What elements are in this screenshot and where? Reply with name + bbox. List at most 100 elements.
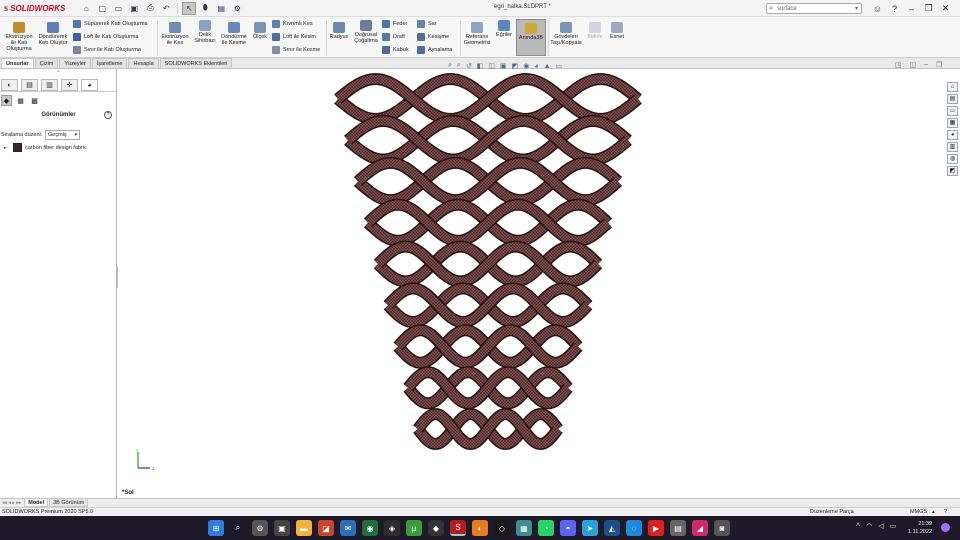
intersect-button[interactable]: Kesişme xyxy=(417,33,449,41)
settings-icon[interactable]: ⚙ xyxy=(252,520,268,536)
office-icon[interactable]: ◪ xyxy=(318,520,334,536)
windows-start-icon[interactable]: ⊞ xyxy=(208,520,224,536)
account-icon[interactable]: ☺ xyxy=(871,2,884,15)
search-box[interactable]: ⌕ surface ▾ xyxy=(766,3,862,14)
swept-cut-button[interactable]: Kıvrımlı Kes xyxy=(272,20,313,28)
section-view-icon[interactable]: ◧ xyxy=(477,62,484,70)
close-icon[interactable]: ✕ xyxy=(939,2,952,15)
lattice-model[interactable] xyxy=(118,69,947,498)
previous-view-icon[interactable]: ↺ xyxy=(466,62,472,70)
select-pointer-icon[interactable]: ↖ xyxy=(182,1,197,15)
restore-view-icon[interactable]: ◳ xyxy=(895,61,902,69)
print-icon[interactable]: ⎙ xyxy=(143,2,157,15)
loft-boss-button[interactable]: Loft ile Katı Oluşturma xyxy=(73,33,138,41)
tab-markup[interactable]: İşaretleme xyxy=(91,58,128,68)
minimize-icon[interactable]: – xyxy=(905,2,918,15)
status-help-icon[interactable]: ? xyxy=(944,508,947,516)
sweep-boss-button[interactable]: Süpürerek Katı Oluşturma xyxy=(73,20,148,28)
solidworks-resources-icon[interactable]: ⌂ xyxy=(947,82,958,92)
camera-icon[interactable]: ◙ xyxy=(714,520,730,536)
boundary-boss-button[interactable]: Sınır ile Katı Oluşturma xyxy=(73,46,141,54)
zoom-area-icon[interactable]: ⌕ xyxy=(457,62,461,70)
search-icon[interactable]: ⌕ xyxy=(230,520,246,536)
hide-show-items-icon[interactable]: ◉ xyxy=(523,62,529,70)
display-style-icon[interactable]: ◩ xyxy=(512,62,519,70)
reference-geometry-button[interactable]: Referans Geometrisi xyxy=(462,22,492,46)
nvidia-icon[interactable]: ◈ xyxy=(384,520,400,536)
minimize-view-icon[interactable]: – xyxy=(924,61,928,69)
zoom-to-fit-icon[interactable]: ⌕ xyxy=(448,62,452,70)
file-explorer-icon[interactable]: ▭ xyxy=(947,106,958,116)
save-icon[interactable]: ▣ xyxy=(127,2,141,15)
display-manager-tab-icon[interactable]: ◕ xyxy=(81,79,98,91)
blender-icon[interactable]: ◐ xyxy=(472,520,488,536)
configuration-manager-tab-icon[interactable]: ▥ xyxy=(41,79,58,91)
open-folder-icon[interactable]: ▭ xyxy=(111,2,125,15)
flex-button[interactable]: Belirle xyxy=(584,22,606,40)
wifi-icon[interactable]: ◠ xyxy=(866,522,872,530)
extrude-boss-button[interactable]: Ekstrüzyon ile Katı Oluşturma xyxy=(3,22,35,52)
dimxpert-tab-icon[interactable]: ✛ xyxy=(61,79,78,91)
design-library-icon[interactable]: ▤ xyxy=(947,94,958,104)
tab-addins[interactable]: SOLIDWORKS Eklentileri xyxy=(159,58,233,68)
tab-surfaces[interactable]: Yüzeyler xyxy=(59,58,91,68)
calculator-icon[interactable]: ▦ xyxy=(516,520,532,536)
instant3d-button[interactable]: Anında3B xyxy=(516,19,546,56)
custom-properties-icon[interactable]: ▥ xyxy=(947,142,958,152)
property-manager-tab-icon[interactable]: ▤ xyxy=(21,79,38,91)
edit-appearance-icon[interactable]: ◕ xyxy=(534,63,538,70)
news-icon[interactable]: ▤ xyxy=(670,520,686,536)
tab-sketch[interactable]: Çizim xyxy=(34,58,59,68)
solidworks-taskbar-icon[interactable]: S xyxy=(450,520,466,536)
deform-button[interactable]: Esnet xyxy=(607,22,627,40)
task-view-icon[interactable]: ▣ xyxy=(274,520,290,536)
app-icon[interactable]: ◆ xyxy=(428,520,444,536)
rib-button[interactable]: Feder xyxy=(382,20,407,28)
tab-model[interactable]: Model xyxy=(24,499,49,507)
options-gear-icon[interactable]: ⚙ xyxy=(230,2,244,15)
file-properties-icon[interactable]: ▤ xyxy=(214,2,228,15)
panel-grip[interactable]: ⌃ xyxy=(0,69,117,79)
appearances-view-icon[interactable]: ◆ xyxy=(1,95,12,106)
edge-icon[interactable]: ◌ xyxy=(626,520,642,536)
discord-icon[interactable]: ◓ xyxy=(560,520,576,536)
view-orientation-icon[interactable]: ▣ xyxy=(500,62,507,70)
system-clock[interactable]: 21:39 1.11.2022 xyxy=(908,520,932,536)
feature-tree-tab-icon[interactable]: ◐ xyxy=(1,79,18,91)
panel-help-icon[interactable]: ? xyxy=(104,111,112,119)
traffic-light-icon[interactable]: ⬮ xyxy=(198,2,212,15)
help-icon[interactable]: ? xyxy=(888,2,901,15)
collaboration-icon[interactable]: ◩ xyxy=(947,166,958,176)
expand-arrow-icon[interactable]: ▸ xyxy=(4,145,10,151)
lofted-cut-button[interactable]: Loft ile Kesim xyxy=(272,33,316,41)
apply-scene-icon[interactable]: ▲ xyxy=(544,63,551,70)
tab-3d-views[interactable]: 3B Görünüm xyxy=(49,499,89,507)
fillet-button[interactable]: Radyus xyxy=(329,22,349,40)
move-copy-bodies-button[interactable]: Gövdeleri Taşı/Kopyala xyxy=(550,22,582,46)
view-settings-icon[interactable]: ▭ xyxy=(556,62,563,70)
appearance-list-item[interactable]: ▸ carbon fiber design fabric xyxy=(4,143,87,152)
search-dropdown-icon[interactable]: ▾ xyxy=(855,4,858,14)
tab-features[interactable]: Unsurlar xyxy=(1,58,34,68)
sort-order-select[interactable]: Geçmiş ▾ xyxy=(45,130,80,140)
tab-evaluate[interactable]: Hesapla xyxy=(128,58,159,68)
tab-nav-arrows-icon[interactable]: ◂◂ ◂ ▸ ▸▸ xyxy=(2,500,21,506)
dynamic-annotation-icon[interactable]: ◫ xyxy=(488,62,495,70)
maximize-view-icon[interactable]: ❐ xyxy=(936,61,942,69)
undo-icon[interactable]: ↶ xyxy=(159,2,173,15)
wrap-button[interactable]: Sar xyxy=(417,20,437,28)
draft-button[interactable]: Draft xyxy=(382,33,405,41)
battery-icon[interactable]: ▭ xyxy=(890,522,897,530)
new-document-icon[interactable]: ▢ xyxy=(95,2,109,15)
volume-icon[interactable]: ◁ xyxy=(878,522,883,530)
media-icon[interactable]: ◢ xyxy=(692,520,708,536)
binance-icon[interactable]: ◇ xyxy=(494,520,510,536)
scenes-view-icon[interactable]: ▩ xyxy=(29,95,40,106)
appearances-scenes-icon[interactable]: ◕ xyxy=(947,130,958,140)
solidworks-logo[interactable]: ƽ SOLIDWORKS xyxy=(0,4,65,13)
mirror-button[interactable]: Aynalama xyxy=(417,46,452,54)
solidworks-forum-icon[interactable]: ◍ xyxy=(947,154,958,164)
home-icon[interactable]: ⌂ xyxy=(79,2,93,15)
revolve-cut-button[interactable]: Döndürme ile Kesme xyxy=(220,22,248,46)
extrude-cut-button[interactable]: Ekstrüzyon ile Kes xyxy=(160,22,190,46)
